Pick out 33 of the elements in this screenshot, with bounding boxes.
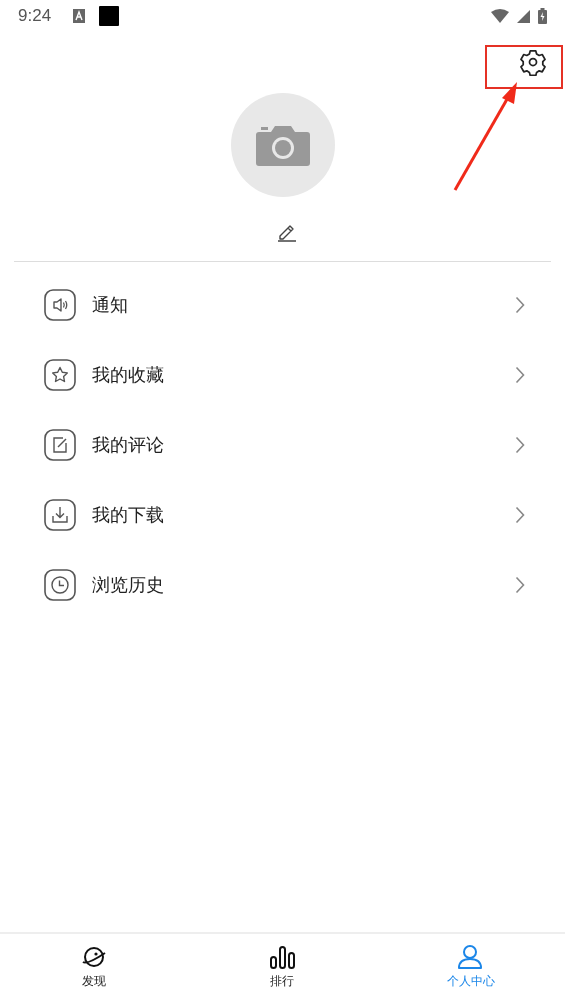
person-icon [457, 944, 485, 970]
wifi-icon [491, 9, 509, 23]
chevron-icon [515, 506, 525, 524]
menu-label: 我的下载 [92, 503, 165, 527]
menu-item[interactable]: 我的下载 [0, 480, 565, 550]
menu-item[interactable]: 通知 [0, 270, 565, 340]
bar-chart-icon [269, 944, 296, 970]
clock-icon [44, 569, 76, 601]
menu-label: 通知 [92, 293, 129, 317]
download-icon [44, 499, 76, 531]
menu-item[interactable]: 浏览历史 [0, 550, 565, 620]
planet-icon [80, 944, 108, 970]
chevron-icon [515, 366, 525, 384]
signal-icon [517, 9, 530, 23]
tab[interactable]: 排行 [188, 934, 377, 1004]
status-time: 9:24 [18, 6, 52, 26]
chevron-icon [515, 576, 525, 594]
battery-icon [538, 8, 547, 24]
edit-icon [44, 429, 76, 461]
speaker-icon [44, 289, 76, 321]
chevron-icon [515, 296, 525, 314]
settings-icon[interactable] [519, 48, 547, 76]
tab[interactable]: 发现 [0, 934, 189, 1004]
menu-item[interactable]: 我的评论 [0, 410, 565, 480]
chevron-icon [515, 436, 525, 454]
menu-label: 我的收藏 [92, 363, 165, 387]
menu-label: 浏览历史 [92, 573, 165, 597]
square-icon [99, 6, 120, 26]
menu-item[interactable]: 我的收藏 [0, 340, 565, 410]
keyboard-icon [73, 9, 86, 23]
tab[interactable]: 个人中心 [376, 934, 565, 1004]
menu-label: 我的评论 [92, 433, 165, 457]
camera-icon [254, 124, 311, 166]
